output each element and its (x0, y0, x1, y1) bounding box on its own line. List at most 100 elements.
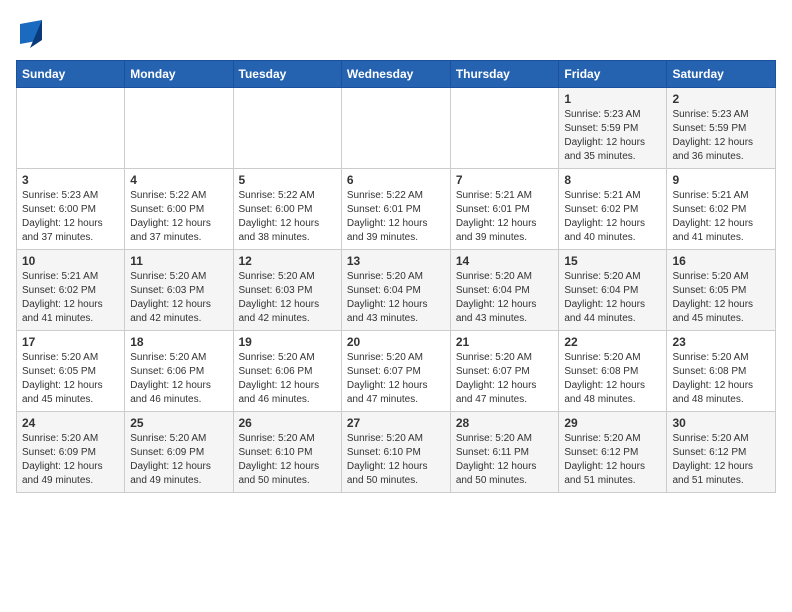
calendar-header: SundayMondayTuesdayWednesdayThursdayFrid… (17, 61, 776, 88)
day-info: Sunrise: 5:20 AM Sunset: 6:04 PM Dayligh… (347, 270, 445, 326)
day-info: Sunrise: 5:20 AM Sunset: 6:09 PM Dayligh… (130, 432, 227, 488)
calendar-cell: 19Sunrise: 5:20 AM Sunset: 6:06 PM Dayli… (233, 331, 341, 412)
weekday-header-saturday: Saturday (667, 61, 776, 88)
day-number: 20 (347, 335, 445, 349)
calendar-cell (125, 88, 233, 169)
day-info: Sunrise: 5:20 AM Sunset: 6:10 PM Dayligh… (239, 432, 336, 488)
calendar-cell: 6 Sunrise: 5:22 AM Sunset: 6:01 PM Daylig… (341, 169, 450, 250)
calendar-cell: 8 Sunrise: 5:21 AM Sunset: 6:02 PM Daylig… (559, 169, 667, 250)
calendar-cell: 7 Sunrise: 5:21 AM Sunset: 6:01 PM Daylig… (450, 169, 559, 250)
calendar-cell: 24Sunrise: 5:20 AM Sunset: 6:09 PM Dayli… (17, 412, 125, 493)
week-row-0: 1 Sunrise: 5:23 AM Sunset: 5:59 PM Daylig… (17, 88, 776, 169)
day-number: 17 (22, 335, 119, 349)
calendar-cell: 23 Sunrise: 5:20 AM Sunset: 6:08 PM Dayli… (667, 331, 776, 412)
day-info: Sunrise: 5:22 AM Sunset: 6:00 PM Dayligh… (239, 189, 336, 245)
calendar-cell: 30 Sunrise: 5:20 AM Sunset: 6:12 PM Dayli… (667, 412, 776, 493)
calendar-cell (17, 88, 125, 169)
day-number: 7 (456, 173, 554, 187)
day-info: Sunrise: 5:23 AM Sunset: 6:00 PM Dayligh… (22, 189, 119, 245)
day-number: 9 (672, 173, 770, 187)
day-number: 16 (672, 254, 770, 268)
day-info: Sunrise: 5:20 AM Sunset: 6:05 PM Dayligh… (672, 270, 770, 326)
calendar-cell: 12Sunrise: 5:20 AM Sunset: 6:03 PM Dayli… (233, 250, 341, 331)
day-info: Sunrise: 5:20 AM Sunset: 6:04 PM Dayligh… (564, 270, 661, 326)
day-number: 21 (456, 335, 554, 349)
day-number: 8 (564, 173, 661, 187)
calendar-cell: 16 Sunrise: 5:20 AM Sunset: 6:05 PM Dayli… (667, 250, 776, 331)
weekday-row: SundayMondayTuesdayWednesdayThursdayFrid… (17, 61, 776, 88)
calendar-cell: 9Sunrise: 5:21 AM Sunset: 6:02 PM Daylig… (667, 169, 776, 250)
calendar-table: SundayMondayTuesdayWednesdayThursdayFrid… (16, 60, 776, 493)
day-info: Sunrise: 5:20 AM Sunset: 6:06 PM Dayligh… (130, 351, 227, 407)
day-number: 10 (22, 254, 119, 268)
day-number: 23 (672, 335, 770, 349)
day-info: Sunrise: 5:20 AM Sunset: 6:11 PM Dayligh… (456, 432, 554, 488)
day-number: 25 (130, 416, 227, 430)
calendar-cell: 4 Sunrise: 5:22 AM Sunset: 6:00 PM Daylig… (125, 169, 233, 250)
page-header (16, 16, 776, 48)
day-number: 28 (456, 416, 554, 430)
day-number: 1 (564, 92, 661, 106)
calendar-cell (450, 88, 559, 169)
day-info: Sunrise: 5:20 AM Sunset: 6:07 PM Dayligh… (347, 351, 445, 407)
day-info: Sunrise: 5:23 AM Sunset: 5:59 PM Dayligh… (672, 108, 770, 164)
calendar-cell: 20 Sunrise: 5:20 AM Sunset: 6:07 PM Dayli… (341, 331, 450, 412)
calendar-cell: 1Sunrise: 5:23 AM Sunset: 5:59 PM Daylig… (559, 88, 667, 169)
day-number: 2 (672, 92, 770, 106)
day-number: 27 (347, 416, 445, 430)
weekday-header-thursday: Thursday (450, 61, 559, 88)
day-number: 3 (22, 173, 119, 187)
day-info: Sunrise: 5:20 AM Sunset: 6:12 PM Dayligh… (564, 432, 661, 488)
calendar-cell: 2 Sunrise: 5:23 AM Sunset: 5:59 PM Daylig… (667, 88, 776, 169)
weekday-header-tuesday: Tuesday (233, 61, 341, 88)
day-info: Sunrise: 5:22 AM Sunset: 6:01 PM Dayligh… (347, 189, 445, 245)
day-info: Sunrise: 5:21 AM Sunset: 6:02 PM Dayligh… (22, 270, 119, 326)
calendar-cell: 10 Sunrise: 5:21 AM Sunset: 6:02 PM Dayli… (17, 250, 125, 331)
day-info: Sunrise: 5:20 AM Sunset: 6:03 PM Dayligh… (130, 270, 227, 326)
day-number: 14 (456, 254, 554, 268)
day-info: Sunrise: 5:20 AM Sunset: 6:09 PM Dayligh… (22, 432, 119, 488)
week-row-3: 17 Sunrise: 5:20 AM Sunset: 6:05 PM Dayli… (17, 331, 776, 412)
day-info: Sunrise: 5:21 AM Sunset: 6:01 PM Dayligh… (456, 189, 554, 245)
week-row-2: 10 Sunrise: 5:21 AM Sunset: 6:02 PM Dayli… (17, 250, 776, 331)
day-info: Sunrise: 5:22 AM Sunset: 6:00 PM Dayligh… (130, 189, 227, 245)
day-number: 6 (347, 173, 445, 187)
day-info: Sunrise: 5:20 AM Sunset: 6:04 PM Dayligh… (456, 270, 554, 326)
day-info: Sunrise: 5:20 AM Sunset: 6:08 PM Dayligh… (564, 351, 661, 407)
day-info: Sunrise: 5:21 AM Sunset: 6:02 PM Dayligh… (564, 189, 661, 245)
weekday-header-monday: Monday (125, 61, 233, 88)
calendar-cell: 5Sunrise: 5:22 AM Sunset: 6:00 PM Daylig… (233, 169, 341, 250)
calendar-cell: 22 Sunrise: 5:20 AM Sunset: 6:08 PM Dayli… (559, 331, 667, 412)
day-number: 15 (564, 254, 661, 268)
day-number: 4 (130, 173, 227, 187)
day-number: 30 (672, 416, 770, 430)
day-number: 26 (239, 416, 336, 430)
day-info: Sunrise: 5:20 AM Sunset: 6:07 PM Dayligh… (456, 351, 554, 407)
week-row-4: 24Sunrise: 5:20 AM Sunset: 6:09 PM Dayli… (17, 412, 776, 493)
day-info: Sunrise: 5:20 AM Sunset: 6:12 PM Dayligh… (672, 432, 770, 488)
weekday-header-wednesday: Wednesday (341, 61, 450, 88)
calendar-cell: 15 Sunrise: 5:20 AM Sunset: 6:04 PM Dayli… (559, 250, 667, 331)
calendar-cell: 26 Sunrise: 5:20 AM Sunset: 6:10 PM Dayli… (233, 412, 341, 493)
calendar-cell: 11Sunrise: 5:20 AM Sunset: 6:03 PM Dayli… (125, 250, 233, 331)
calendar-cell: 29Sunrise: 5:20 AM Sunset: 6:12 PM Dayli… (559, 412, 667, 493)
day-info: Sunrise: 5:20 AM Sunset: 6:05 PM Dayligh… (22, 351, 119, 407)
day-number: 22 (564, 335, 661, 349)
calendar-cell: 14 Sunrise: 5:20 AM Sunset: 6:04 PM Dayli… (450, 250, 559, 331)
calendar-cell: 25 Sunrise: 5:20 AM Sunset: 6:09 PM Dayli… (125, 412, 233, 493)
logo (16, 20, 42, 48)
calendar-body: 1 Sunrise: 5:23 AM Sunset: 5:59 PM Daylig… (17, 88, 776, 493)
day-number: 13 (347, 254, 445, 268)
calendar-cell: 17 Sunrise: 5:20 AM Sunset: 6:05 PM Dayli… (17, 331, 125, 412)
logo-icon (20, 20, 42, 48)
day-info: Sunrise: 5:20 AM Sunset: 6:03 PM Dayligh… (239, 270, 336, 326)
calendar-cell (233, 88, 341, 169)
calendar-cell: 13 Sunrise: 5:20 AM Sunset: 6:04 PM Dayli… (341, 250, 450, 331)
calendar-cell: 21 Sunrise: 5:20 AM Sunset: 6:07 PM Dayli… (450, 331, 559, 412)
calendar-cell: 28 Sunrise: 5:20 AM Sunset: 6:11 PM Dayli… (450, 412, 559, 493)
day-number: 19 (239, 335, 336, 349)
calendar-cell: 27 Sunrise: 5:20 AM Sunset: 6:10 PM Dayli… (341, 412, 450, 493)
day-info: Sunrise: 5:20 AM Sunset: 6:08 PM Dayligh… (672, 351, 770, 407)
day-info: Sunrise: 5:20 AM Sunset: 6:10 PM Dayligh… (347, 432, 445, 488)
calendar-cell: 18Sunrise: 5:20 AM Sunset: 6:06 PM Dayli… (125, 331, 233, 412)
